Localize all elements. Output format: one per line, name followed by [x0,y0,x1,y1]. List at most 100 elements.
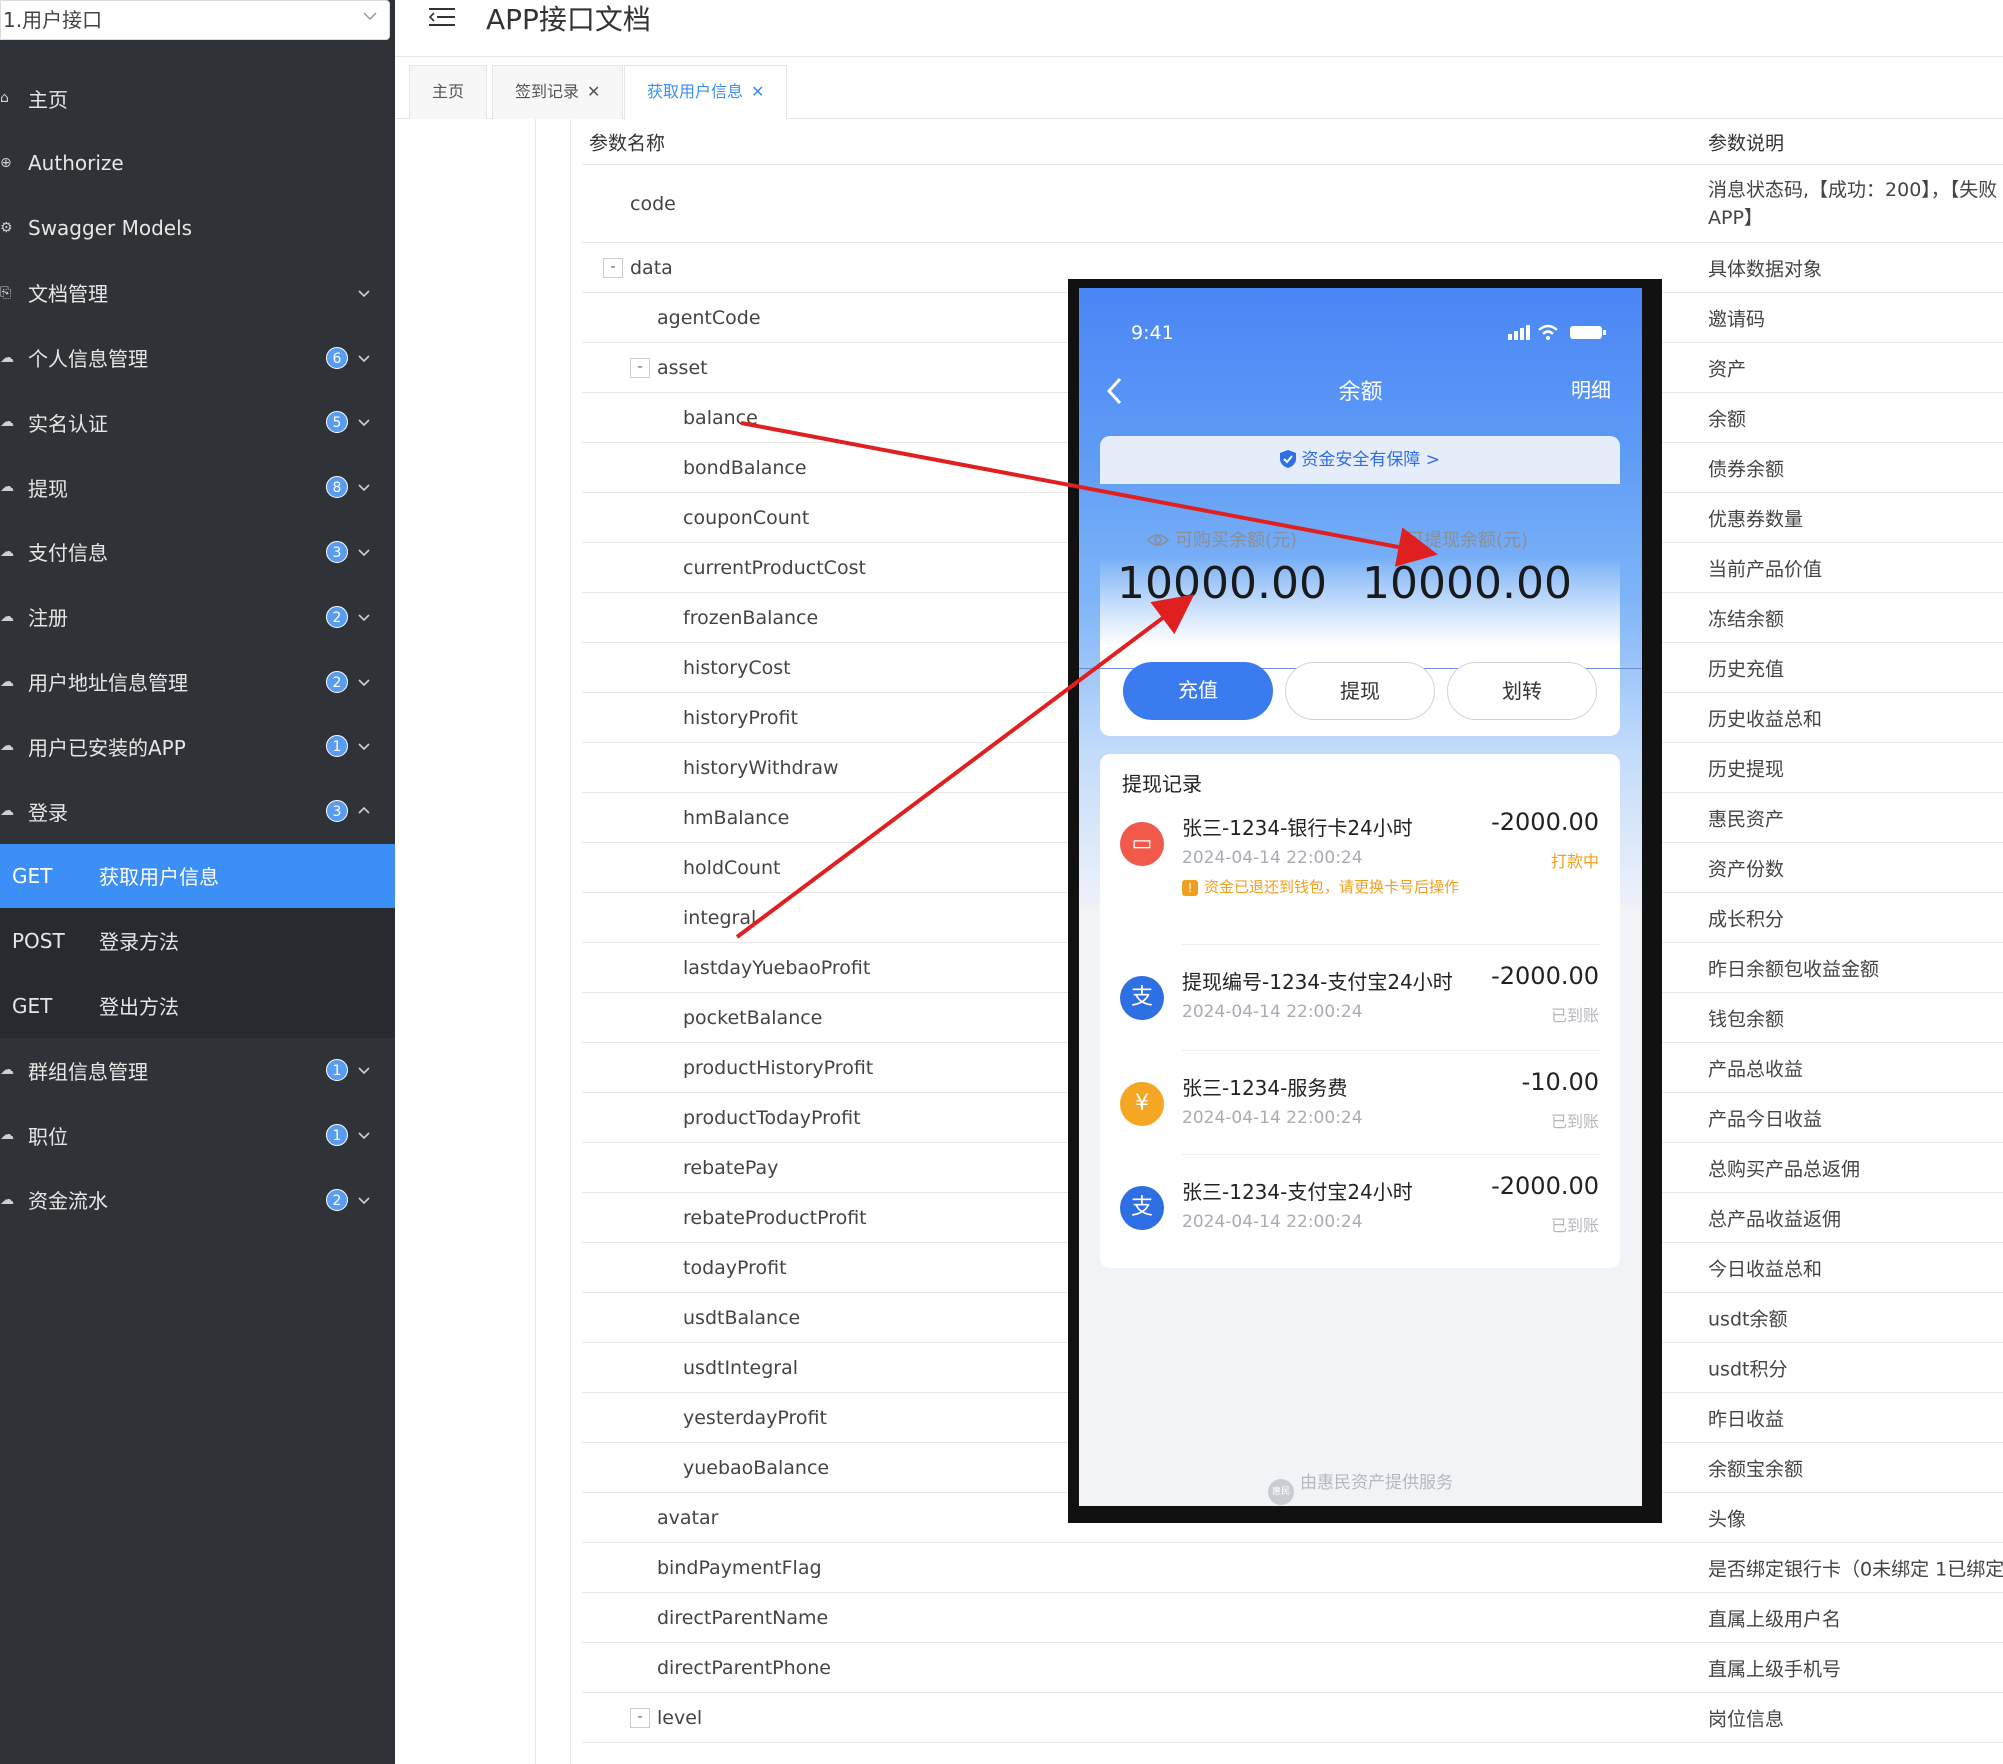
sidebar-item[interactable]: ☁ 用户已安装的APP 1 [0,714,395,779]
param-desc: 今日收益总和 [1708,1258,1823,1280]
chevron-down-icon [358,549,370,557]
record-item[interactable]: ▭ 张三-1234-银行卡24小时 2024-04-14 22:00:24 -2000… [1100,808,1620,945]
count-badge: 3 [326,800,348,823]
collapse-toggle[interactable]: - [603,257,623,278]
param-desc: 历史提现 [1708,758,1785,780]
record-amount: -10.00 [1521,1068,1599,1096]
param-desc: 资产 [1708,358,1747,380]
collapse-toggle[interactable]: - [630,357,650,378]
sidebar-item[interactable]: ⚙ Swagger Models [0,196,395,261]
buy-caption: 可购买余额(元) [1174,530,1298,551]
cloud-icon: ☁ [0,543,14,560]
sidebar-item[interactable]: ☁ 用户地址信息管理 2 [0,649,395,714]
record-item[interactable]: ¥ 张三-1234-服务费 2024-04-14 22:00:24 -10.00 已到账 [1100,1068,1620,1162]
record-status: 已到账 [1550,1216,1599,1235]
recharge-button[interactable]: 充值 [1123,662,1273,720]
sidebar-item[interactable]: ☁ 职位 1 [0,1103,395,1168]
param-name: yuebaoBalance [683,1456,830,1479]
param-desc: 余额宝余额 [1708,1458,1804,1480]
chevron-up-icon [358,807,370,814]
sidebar-item[interactable]: ☁ 登录 3 [0,779,395,844]
withdraw-amount: 10000.00 [1362,558,1572,609]
tab[interactable]: 主页 [409,65,488,119]
buy-balance: 可购买余额(元) 10000.00 [1092,526,1352,609]
sidebar-item[interactable]: ☁ 资金流水 2 [0,1168,395,1233]
count-badge: 1 [326,1059,348,1082]
param-desc: 头像 [1708,1508,1747,1530]
param-name: pocketBalance [683,1006,823,1029]
details-link[interactable]: 明细 [1571,374,1611,403]
record-amount: -2000.00 [1491,808,1599,836]
login-submenu: GET 获取用户信息 POST 登录方法 GET 登出方法 [0,843,395,1038]
transfer-button[interactable]: 划转 [1447,662,1597,720]
lock-icon: ⊕ [0,155,12,172]
param-name: lastdayYuebaoProfit [683,956,871,979]
param-desc: 消息状态码,【成功：200】，【失败 APP】 [1708,176,2003,232]
sidebar-item[interactable]: ☁ 个人信息管理 6 [0,325,395,390]
record-item[interactable]: 支提现编号-1234-支付宝24小时 2024-04-14 22:00:24 -20… [1100,962,1620,1056]
param-name: balance [683,406,758,429]
param-name: directParentName [657,1606,829,1629]
status-time: 9:41 [1131,322,1174,344]
sidebar-item[interactable]: ☁ 注册 2 [0,584,395,649]
safety-banner[interactable]: 资金安全有保障 > [1100,436,1620,484]
collapse-toggle[interactable]: - [630,1707,650,1728]
api-endpoint-item[interactable]: POST 登录方法 [0,908,395,973]
record-status: 已到账 [1550,1112,1599,1131]
table-row: directParentName 直属上级用户名 [582,1593,2003,1643]
param-desc: 是否绑定银行卡（0未绑定 1已绑定 [1708,1558,2003,1580]
sidebar-item[interactable]: ☁ 群组信息管理 1 [0,1038,395,1103]
sidebar-item[interactable]: ⎘ 文档管理 [0,260,395,325]
param-name: bondBalance [683,456,807,479]
record-time: 2024-04-14 22:00:24 [1182,1002,1363,1022]
cloud-icon: ☁ [0,673,14,690]
eye-icon[interactable] [1146,533,1169,547]
close-icon[interactable]: ✕ [751,82,764,101]
sidebar-item-label: 资金流水 [28,1189,108,1214]
param-name: integral [683,906,757,929]
chevron-down-icon [363,12,377,21]
sidebar-item[interactable]: ☁ 提现 8 [0,455,395,520]
tab[interactable]: 签到记录 ✕ [492,65,624,119]
param-desc: 历史充值 [1708,658,1785,680]
group-select[interactable]: 1.用户接口 [0,0,390,40]
count-badge: 6 [326,346,348,369]
param-desc: usdt余额 [1708,1308,1788,1330]
api-endpoint-item[interactable]: GET 获取用户信息 [0,843,395,909]
sidebar-item-label: 注册 [28,606,68,631]
safety-text: 资金安全有保障 > [1301,450,1441,470]
count-badge: 5 [326,411,348,434]
sidebar-item[interactable]: ☁ 支付信息 3 [0,520,395,585]
param-name: bindPaymentFlag [657,1556,822,1579]
group-select-value: 1.用户接口 [3,8,103,32]
record-item[interactable]: 支张三-1234-支付宝24小时 2024-04-14 22:00:24 -2000… [1100,1172,1620,1266]
table-row: code 消息状态码,【成功：200】，【失败 APP】 [582,165,2003,243]
sidebar-item-label: 支付信息 [28,541,108,566]
api-endpoint-item[interactable]: GET 登出方法 [0,973,395,1038]
param-name: historyWithdraw [683,756,839,779]
sidebar-item[interactable]: ⊕ Authorize [0,131,395,196]
close-icon[interactable]: ✕ [587,82,600,101]
param-name: code [630,192,676,215]
menu-toggle-icon[interactable] [429,6,455,28]
http-method: GET [12,993,53,1018]
service-footer: 惠民 由惠民资产提供服务 [1079,1468,1642,1505]
sidebar-item[interactable]: ⌂ 主页 [0,66,395,131]
record-name: 张三-1234-服务费 [1182,1076,1348,1100]
param-desc: 产品今日收益 [1708,1108,1823,1130]
sidebar-item[interactable]: ☁ 实名认证 5 [0,390,395,455]
record-time: 2024-04-14 22:00:24 [1182,1212,1363,1232]
param-desc: 成长积分 [1708,908,1785,930]
chevron-down-icon [358,1132,370,1140]
param-desc: 惠民资产 [1708,808,1785,830]
phone-screenshot: 9:41 余额 明细 资金安全有保障 > 可购买余额(元) 10000.00 可… [1068,279,1662,1523]
withdraw-button[interactable]: 提现 [1285,662,1435,720]
bank-card-icon: ▭ [1120,822,1164,866]
sidebar-item-label: 实名认证 [28,411,108,436]
chevron-down-icon [358,355,370,362]
status-icons [1508,324,1606,340]
tab[interactable]: 获取用户信息 ✕ [624,65,788,120]
cloud-icon: ☁ [0,738,14,755]
chevron-down-icon [358,419,370,427]
param-name: productHistoryProfit [683,1056,874,1079]
